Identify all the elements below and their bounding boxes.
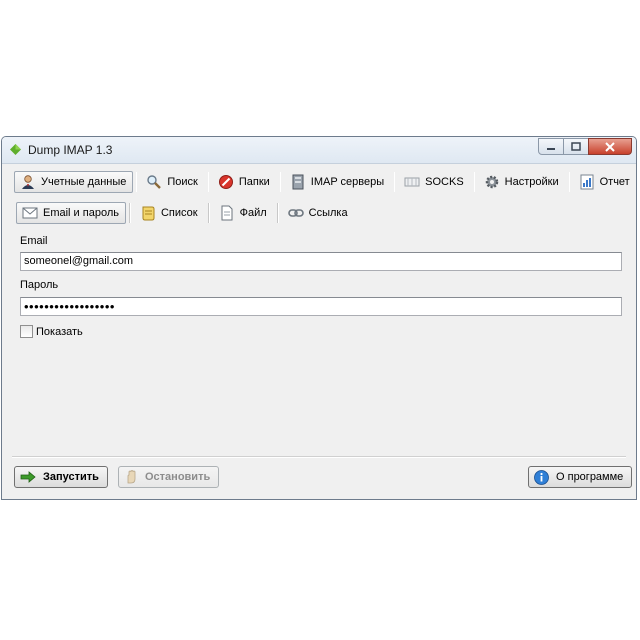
window-title: Dump IMAP 1.3	[28, 143, 113, 157]
subtab-link[interactable]: Ссылка	[282, 202, 355, 224]
tab-report[interactable]: Отчет	[573, 171, 636, 193]
close-button[interactable]	[588, 138, 632, 155]
maximize-button[interactable]	[563, 138, 589, 155]
show-password-label: Показать	[36, 325, 83, 338]
title-bar[interactable]: Dump IMAP 1.3	[2, 137, 636, 164]
subtab-list[interactable]: Список	[134, 202, 205, 224]
show-password-option[interactable]: Показать	[20, 325, 83, 338]
toolbar-separator	[473, 172, 475, 192]
password-field[interactable]: ••••••••••••••••••	[20, 297, 622, 316]
toolbar-separator	[128, 203, 131, 223]
socks-icon	[404, 174, 420, 190]
toolbar-separator	[276, 203, 279, 223]
minimize-button[interactable]	[538, 138, 564, 155]
toolbar-separator	[279, 172, 281, 192]
scroll-icon	[140, 205, 156, 221]
tab-search-label: Поиск	[167, 176, 198, 188]
toolbar-separator	[568, 172, 570, 192]
toolbar-separator	[394, 172, 396, 192]
toolbar-separator	[207, 172, 209, 192]
magnifier-icon	[146, 174, 162, 190]
tab-socks[interactable]: SOCKS	[398, 171, 471, 193]
start-button[interactable]: Запустить	[14, 466, 108, 488]
window-controls	[538, 138, 632, 156]
tab-search[interactable]: Поиск	[140, 171, 204, 193]
toolbar-separator	[136, 172, 138, 192]
subtab-list-label: Список	[160, 207, 198, 219]
stop-button[interactable]: Остановить	[118, 466, 220, 488]
credentials-subtoolbar: Email и пароль Список Файл Ссылка	[16, 201, 636, 225]
tab-settings[interactable]: Настройки	[478, 171, 566, 193]
about-button-label: О программе	[556, 471, 624, 483]
tab-credentials[interactable]: Учетные данные	[14, 171, 134, 193]
subtab-file[interactable]: Файл	[213, 202, 274, 224]
tab-socks-label: SOCKS	[425, 176, 464, 188]
email-field[interactable]: someonel@gmail.com	[20, 252, 622, 271]
info-icon	[534, 469, 549, 485]
show-password-checkbox[interactable]	[20, 325, 33, 338]
subtab-link-label: Ссылка	[308, 207, 348, 219]
close-icon	[605, 141, 615, 152]
subtab-file-label: Файл	[239, 207, 267, 219]
tab-report-label: Отчет	[599, 176, 630, 188]
email-label: Email	[20, 235, 48, 247]
tab-credentials-label: Учетные данные	[41, 176, 127, 188]
link-icon	[287, 205, 304, 221]
start-button-label: Запустить	[43, 471, 99, 483]
file-icon	[219, 205, 235, 221]
maximize-icon	[571, 142, 581, 151]
bottom-separator	[12, 456, 626, 458]
gear-icon	[484, 174, 500, 190]
password-label: Пароль	[20, 279, 59, 291]
tab-imap-servers[interactable]: IMAP серверы	[284, 171, 391, 193]
tab-imap-servers-label: IMAP серверы	[310, 176, 385, 188]
stop-button-label: Остановить	[145, 471, 211, 483]
subtab-email-password-label: Email и пароль	[43, 207, 119, 219]
tab-folders-label: Папки	[238, 176, 270, 188]
toolbar-separator	[207, 203, 210, 223]
hand-stop-icon	[124, 470, 138, 484]
report-icon	[579, 174, 595, 190]
server-icon	[290, 174, 306, 190]
tab-settings-label: Настройки	[504, 176, 559, 188]
envelope-icon	[22, 205, 38, 221]
no-entry-icon	[218, 174, 234, 190]
app-logo-icon	[10, 144, 21, 155]
arrow-right-icon	[20, 471, 36, 483]
subtab-email-password[interactable]: Email и пароль	[16, 202, 126, 224]
app-window: Dump IMAP 1.3 Учетные данные Поиск Папки…	[1, 136, 637, 500]
user-icon	[20, 174, 36, 190]
main-toolbar: Учетные данные Поиск Папки IMAP серверы	[14, 170, 636, 194]
about-button[interactable]: О программе	[528, 466, 633, 488]
tab-folders[interactable]: Папки	[212, 171, 277, 193]
minimize-icon	[547, 147, 555, 150]
